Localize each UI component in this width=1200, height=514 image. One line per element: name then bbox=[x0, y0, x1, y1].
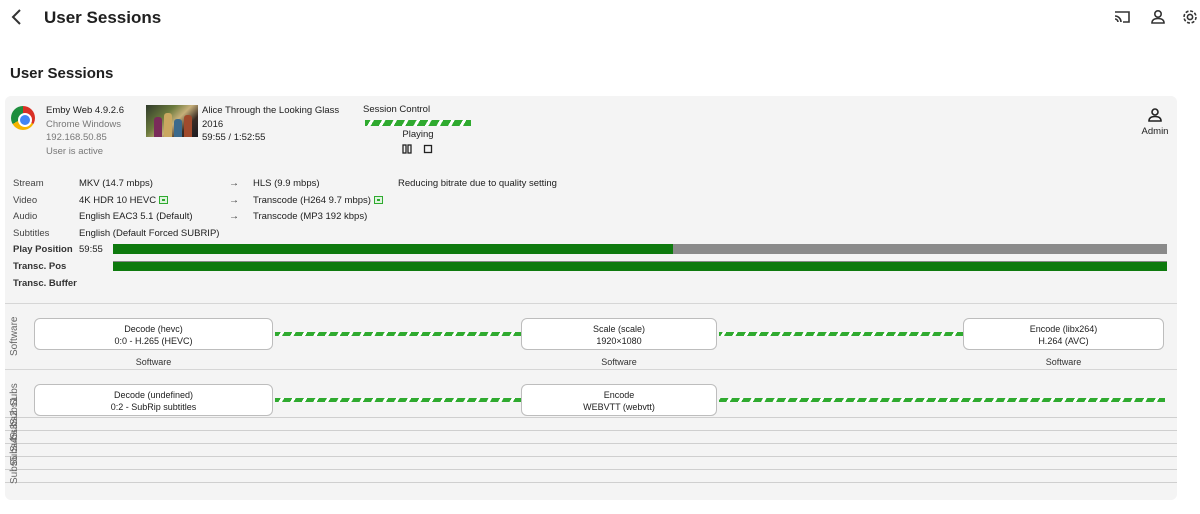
session-user-name: Admin bbox=[1141, 126, 1169, 137]
node-processor: Software bbox=[601, 357, 637, 367]
stop-icon bbox=[423, 144, 433, 154]
chip-icon bbox=[373, 196, 383, 204]
video-target-wrap: Transcode (H264 9.7 mbps) bbox=[253, 195, 383, 206]
node-title: Encode bbox=[603, 390, 635, 400]
encode-libx264-node[interactable]: Encode (libx264) H.264 (AVC) bbox=[963, 318, 1164, 350]
cast-icon bbox=[1114, 11, 1130, 23]
node-title: Encode (libx264) bbox=[1029, 324, 1098, 334]
client-app: Emby Web 4.9.2.6 bbox=[46, 105, 124, 116]
client-device: Chrome Windows bbox=[46, 118, 121, 130]
media-title[interactable]: Alice Through the Looking Glass bbox=[202, 104, 339, 118]
audio-arrow: → bbox=[229, 211, 239, 222]
settings-button[interactable] bbox=[1180, 7, 1200, 27]
pause-icon bbox=[402, 144, 412, 154]
audio-source: English EAC3 5.1 (Default) bbox=[79, 211, 193, 222]
audio-label: Audio bbox=[13, 211, 38, 222]
pipeline-link bbox=[275, 398, 521, 402]
extra-lane bbox=[5, 443, 1177, 444]
node-detail: WEBVTT (webvtt) bbox=[583, 402, 655, 412]
subtitles-source: English (Default Forced SUBRIP) bbox=[79, 228, 220, 239]
playback-state: Playing bbox=[402, 129, 434, 140]
stream-label: Stream bbox=[13, 178, 44, 189]
session-activity-bar bbox=[365, 120, 471, 126]
section-title: User Sessions bbox=[10, 65, 114, 82]
extra-lane bbox=[5, 456, 1177, 457]
page-title: User Sessions bbox=[44, 8, 162, 27]
chrome-logo-icon bbox=[11, 106, 35, 130]
decode-subtitles-node[interactable]: Decode (undefined) 0:2 - SubRip subtitle… bbox=[34, 384, 273, 416]
back-button[interactable] bbox=[4, 4, 30, 30]
extra-lane bbox=[5, 482, 1177, 483]
video-source: 4K HDR 10 HEVC bbox=[79, 195, 157, 206]
node-detail: 1920×1080 bbox=[596, 336, 642, 346]
pipeline-link bbox=[275, 332, 521, 336]
session-user[interactable]: Admin bbox=[1140, 106, 1170, 137]
audio-target: Transcode (MP3 192 kbps) bbox=[253, 211, 368, 222]
stream-note: Reducing bitrate due to quality setting bbox=[398, 178, 557, 189]
stream-target: HLS (9.9 mbps) bbox=[253, 178, 320, 189]
chip-icon bbox=[159, 196, 169, 204]
stop-button[interactable] bbox=[423, 144, 433, 154]
user-icon bbox=[1148, 108, 1162, 122]
node-title: Scale (scale) bbox=[592, 324, 646, 334]
video-label: Video bbox=[13, 195, 38, 206]
pause-button[interactable] bbox=[402, 144, 412, 154]
node-title: Decode (hevc) bbox=[124, 324, 183, 334]
encode-webvtt-node[interactable]: Encode WEBVTT (webvtt) bbox=[521, 384, 717, 416]
session-card: Emby Web 4.9.2.6 Chrome Windows 192.168.… bbox=[5, 96, 1177, 500]
play-position-bar[interactable] bbox=[113, 244, 1167, 254]
client-info: Emby Web 4.9.2.6 Chrome Windows 192.168.… bbox=[46, 104, 124, 158]
stream-source: MKV (14.7 mbps) bbox=[79, 178, 153, 189]
software-lane: Software Decode (hevc) 0:0 - H.265 (HEVC… bbox=[5, 303, 1177, 369]
media-thumbnail[interactable] bbox=[146, 105, 198, 137]
transc-pos-fill bbox=[113, 262, 1167, 271]
chevron-left-icon bbox=[11, 9, 21, 25]
node-detail: 0:0 - H.265 (HEVC) bbox=[114, 336, 193, 346]
media-info: Alice Through the Looking Glass 2016 59:… bbox=[202, 104, 339, 145]
transc-buffer-label: Transc. Buffer bbox=[13, 278, 77, 289]
user-button[interactable] bbox=[1148, 7, 1168, 27]
subtitles-label: Subtitles bbox=[13, 228, 50, 239]
video-arrow: → bbox=[229, 195, 239, 206]
client-status: User is active bbox=[46, 145, 104, 157]
client-ip: 192.168.50.85 bbox=[46, 132, 107, 143]
user-icon bbox=[1151, 9, 1165, 24]
play-position-fill bbox=[113, 244, 673, 254]
video-source-wrap: 4K HDR 10 HEVC bbox=[79, 195, 169, 206]
extra-lane bbox=[5, 417, 1177, 418]
scale-node[interactable]: Scale (scale) 1920×1080 bbox=[521, 318, 717, 350]
media-position: 59:55 / 1:52:55 bbox=[202, 132, 266, 143]
subs-lane: Subs Decode (undefined) 0:2 - SubRip sub… bbox=[5, 369, 1177, 417]
transc-pos-bar bbox=[113, 261, 1167, 271]
video-target: Transcode (H264 9.7 mbps) bbox=[253, 195, 371, 206]
extra-lane bbox=[5, 469, 1177, 470]
node-processor: Software bbox=[1045, 357, 1082, 367]
node-title: Decode (undefined) bbox=[113, 390, 194, 400]
app-header: User Sessions bbox=[0, 0, 1200, 34]
play-position-value: 59:55 bbox=[79, 244, 103, 255]
decode-hevc-node[interactable]: Decode (hevc) 0:0 - H.265 (HEVC) bbox=[34, 318, 273, 350]
gear-icon bbox=[1183, 10, 1197, 24]
node-detail: 0:2 - SubRip subtitles bbox=[110, 402, 197, 412]
extra-lane-label: Subs5 bbox=[9, 455, 20, 484]
software-lane-label: Software bbox=[9, 316, 20, 356]
play-position-label: Play Position bbox=[13, 244, 73, 255]
stream-arrow: → bbox=[229, 178, 239, 189]
cast-button[interactable] bbox=[1112, 7, 1132, 27]
extra-lane bbox=[5, 430, 1177, 431]
pipeline-link bbox=[719, 398, 1165, 402]
node-processor: Software bbox=[135, 357, 172, 367]
session-control-label: Session Control bbox=[363, 104, 431, 115]
pipeline-link bbox=[719, 332, 963, 336]
media-year: 2016 bbox=[202, 118, 224, 130]
transc-pos-label: Transc. Pos bbox=[13, 261, 67, 272]
node-detail: H.264 (AVC) bbox=[1038, 336, 1089, 346]
